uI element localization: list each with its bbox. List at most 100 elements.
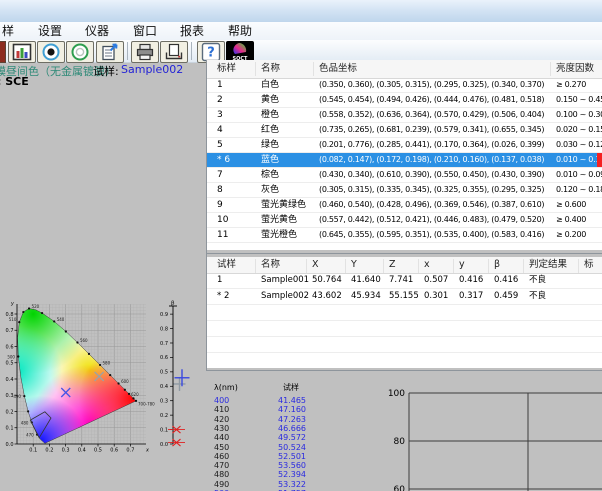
print-button[interactable] xyxy=(131,41,159,63)
measure-sample-button[interactable] xyxy=(66,41,94,63)
samples-table-header: 试样 名称 X Y Zx y β 判定结果 标 xyxy=(207,257,602,274)
sample-row-cell: 0.317 xyxy=(459,289,483,304)
standard-row-cell: (0.545, 0.454), (0.494, 0.426), (0.444, … xyxy=(319,93,544,107)
standard-row-cell: 黄色 xyxy=(261,93,279,107)
sample-row-cell: Sample002 xyxy=(261,289,309,304)
menu-item-window[interactable]: 窗口 xyxy=(133,23,157,39)
column-header[interactable]: x xyxy=(424,257,430,273)
spectral-panel: λ(nm)试样40041.46541047.16042047.26343046.… xyxy=(206,370,602,491)
header-separator xyxy=(418,259,419,273)
sample-row[interactable]: * 2Sample00243.60245.93455.1550.3010.317… xyxy=(207,289,602,305)
standard-row-cell: 萤光黄绿色 xyxy=(261,198,306,212)
menu-item-settings[interactable]: 设置 xyxy=(38,23,62,39)
svg-text:0.3: 0.3 xyxy=(6,393,14,399)
menu-bar: 样 设置 仪器 窗口 报表 帮助 xyxy=(0,22,602,41)
beta-limit xyxy=(168,426,185,433)
standard-row-cell: * 6 xyxy=(217,153,230,167)
svg-text:100: 100 xyxy=(388,389,405,399)
print-out-button[interactable] xyxy=(160,41,188,63)
locus-point xyxy=(117,382,119,384)
measure-standard-icon xyxy=(41,42,61,62)
column-header[interactable]: X xyxy=(312,257,319,273)
locus-label: 480 xyxy=(21,420,29,425)
standard-row xyxy=(207,243,602,250)
column-header[interactable]: 色品坐标 xyxy=(319,60,357,78)
locus-point xyxy=(132,397,134,399)
column-header[interactable]: 名称 xyxy=(261,60,280,78)
svg-text:60: 60 xyxy=(394,485,406,491)
standard-row-cell: (0.201, 0.776), (0.285, 0.441), (0.170, … xyxy=(319,138,544,152)
standard-row-cell: 蓝色 xyxy=(261,153,279,167)
svg-text:?: ? xyxy=(207,46,215,61)
sample-row-cell: * 2 xyxy=(217,289,229,304)
toolbar-button-partial[interactable] xyxy=(0,41,6,63)
standard-row[interactable]: 9萤光黄绿色(0.460, 0.540), (0.428, 0.496), (0… xyxy=(207,198,602,213)
locus-point xyxy=(22,311,24,313)
standard-row[interactable]: 2黄色(0.545, 0.454), (0.494, 0.426), (0.44… xyxy=(207,93,602,108)
beta-scale: β0.00.10.20.30.40.50.60.70.80.9 xyxy=(160,301,189,448)
standard-row-cell: (0.305, 0.315), (0.335, 0.345), (0.325, … xyxy=(319,183,544,197)
header-separator xyxy=(578,259,579,273)
svg-text:0.7: 0.7 xyxy=(126,448,134,454)
menu-item-sample[interactable]: 样 xyxy=(2,23,14,39)
sample-name-value[interactable]: Sample002 xyxy=(121,63,183,76)
standard-row[interactable]: 11萤光橙色(0.645, 0.355), (0.595, 0.351), (0… xyxy=(207,228,602,243)
standard-row[interactable]: * 6蓝色(0.082, 0.147), (0.172, 0.198), (0.… xyxy=(207,153,602,168)
menu-item-help[interactable]: 帮助 xyxy=(228,23,252,39)
sample-label: 试样: xyxy=(93,63,119,79)
sample-row[interactable]: 1Sample00150.76441.6407.7410.5070.4160.4… xyxy=(207,273,602,289)
column-header[interactable]: Y xyxy=(351,257,357,273)
standard-row[interactable]: 5绿色(0.201, 0.776), (0.285, 0.441), (0.17… xyxy=(207,138,602,153)
menu-item-instrument[interactable]: 仪器 xyxy=(85,23,109,39)
standard-row[interactable]: 7棕色(0.430, 0.340), (0.610, 0.390), (0.55… xyxy=(207,168,602,183)
sample-row-cell: 不良 xyxy=(529,273,546,288)
column-header[interactable]: y xyxy=(459,257,465,273)
locus-label: 500 xyxy=(7,355,15,360)
column-header[interactable]: Z xyxy=(389,257,396,273)
report-export-button[interactable] xyxy=(96,41,124,63)
svg-text:0.3: 0.3 xyxy=(62,448,70,454)
standard-row-cell: 萤光橙色 xyxy=(261,228,297,242)
column-header[interactable]: 名称 xyxy=(261,257,280,273)
sample-row-cell: 0.459 xyxy=(494,289,518,304)
svg-text:0.3: 0.3 xyxy=(160,399,168,405)
header-separator xyxy=(313,62,314,76)
sample-row-cell: 7.741 xyxy=(389,273,413,288)
standard-row[interactable]: 4红色(0.735, 0.265), (0.681, 0.239), (0.57… xyxy=(207,123,602,138)
header-separator xyxy=(550,62,551,76)
locus-point xyxy=(76,341,78,343)
column-header[interactable]: 试样 xyxy=(217,257,236,273)
sample-row-cell: 50.764 xyxy=(312,273,342,288)
header-separator xyxy=(345,259,346,273)
window-titlebar[interactable] xyxy=(0,0,602,23)
svg-text:0.6: 0.6 xyxy=(6,344,14,350)
spectral-chart: 1008060 xyxy=(206,371,602,491)
standard-row[interactable]: 10萤光黄色(0.557, 0.442), (0.512, 0.421), (0… xyxy=(207,213,602,228)
locus-point xyxy=(128,393,130,395)
column-header[interactable]: 判定结果 xyxy=(529,257,567,273)
locus-point xyxy=(18,321,20,323)
locus-label: 700-780 xyxy=(138,401,155,406)
column-header[interactable]: 标 xyxy=(584,257,594,273)
sample-row-cell: 0.416 xyxy=(459,273,483,288)
standard-row[interactable]: 8灰色(0.305, 0.315), (0.335, 0.345), (0.32… xyxy=(207,183,602,198)
column-header[interactable]: β xyxy=(494,257,500,273)
locus-point xyxy=(23,395,25,397)
standard-row[interactable]: 3橙色(0.558, 0.352), (0.636, 0.364), (0.57… xyxy=(207,108,602,123)
standard-row-cell: (0.645, 0.355), (0.595, 0.351), (0.535, … xyxy=(319,228,544,242)
column-header[interactable]: 标样 xyxy=(217,60,236,78)
svg-text:0.1: 0.1 xyxy=(160,427,168,433)
standard-row-cell: (0.558, 0.352), (0.636, 0.364), (0.570, … xyxy=(319,108,544,122)
column-header[interactable]: 亮度因数 xyxy=(556,60,594,78)
standard-row[interactable]: 1白色(0.350, 0.360), (0.305, 0.315), (0.29… xyxy=(207,78,602,93)
header-separator xyxy=(383,259,384,273)
svg-text:y: y xyxy=(10,301,15,307)
standard-row-cell: 5 xyxy=(217,138,223,152)
measure-standard-button[interactable] xyxy=(37,41,65,63)
menu-item-report[interactable]: 报表 xyxy=(180,23,204,39)
svg-text:x: x xyxy=(145,448,149,454)
chart-button[interactable] xyxy=(8,41,36,63)
svg-text:0.1: 0.1 xyxy=(6,426,14,432)
locus-point xyxy=(135,400,137,402)
svg-text:0.0: 0.0 xyxy=(160,442,168,448)
